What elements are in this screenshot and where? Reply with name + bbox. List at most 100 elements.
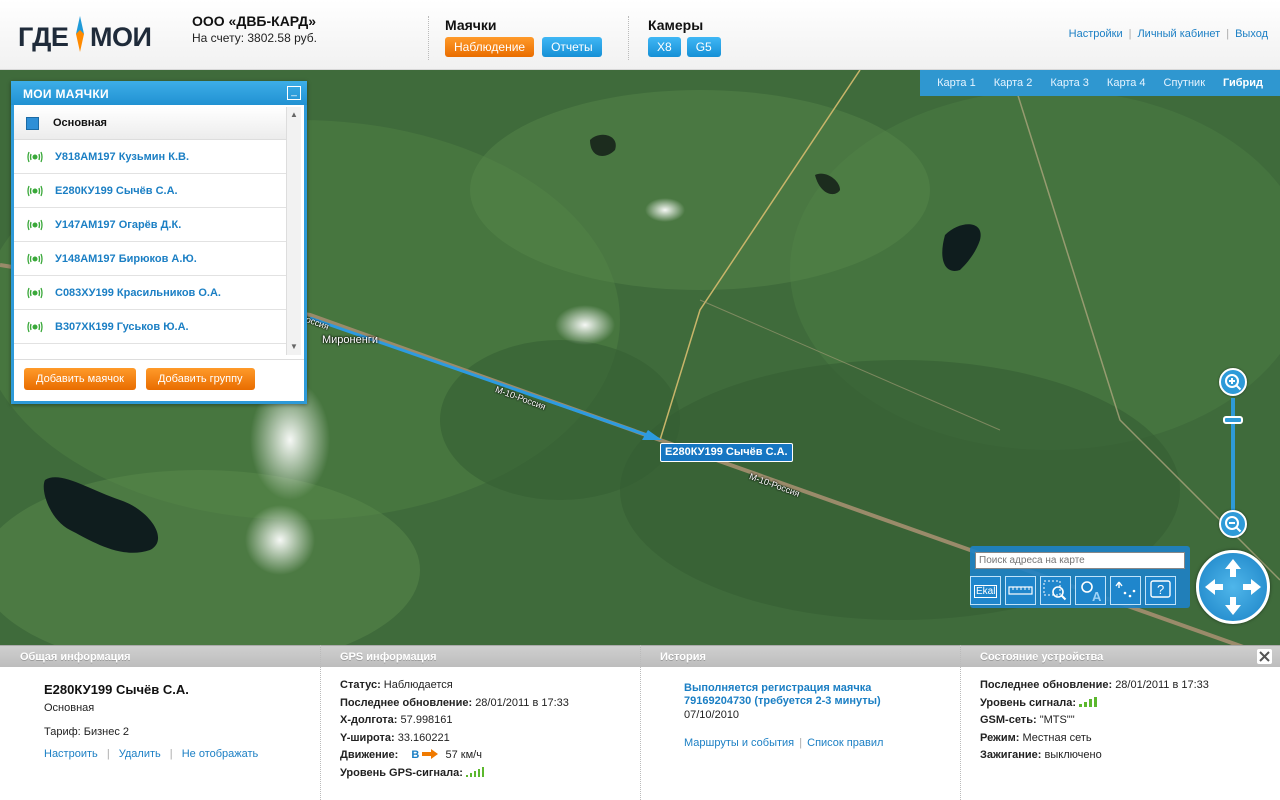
svg-text:?: ?: [1157, 582, 1164, 597]
list-item[interactable]: В307ХК199 Гуськов Ю.А.: [14, 310, 286, 344]
pan-left-icon[interactable]: [1203, 576, 1225, 598]
history-date: 07/10/2010: [684, 709, 740, 721]
reports-button[interactable]: Отчеты: [542, 37, 602, 57]
gps-signal-label: Уровень GPS-сигнала:: [340, 766, 463, 779]
logo-text-right: МОИ: [90, 22, 152, 52]
ignition-value: выключено: [1044, 749, 1102, 761]
hide-link[interactable]: Не отображать: [182, 748, 259, 760]
top-links: Настройки | Личный кабинет | Выход: [1069, 28, 1268, 40]
svg-text:A: A: [1092, 589, 1102, 604]
ekal-label: Ekal: [974, 585, 998, 598]
link-separator: |: [1226, 28, 1230, 40]
zoom-in-icon[interactable]: [1219, 368, 1247, 396]
zoom-out-icon[interactable]: [1219, 510, 1247, 538]
beacon-label: У818АМ197 Кузьмин К.В.: [55, 150, 189, 163]
logo[interactable]: ГДЕ МОИ: [18, 12, 152, 56]
tab-map-1[interactable]: Карта 1: [928, 77, 985, 89]
satellite-icon: [27, 151, 43, 162]
routes-events-link[interactable]: Маршруты и события: [684, 737, 794, 749]
observation-button[interactable]: Наблюдение: [445, 37, 535, 57]
logo-text-left: ГДЕ: [18, 22, 69, 52]
tab-map-4[interactable]: Карта 4: [1098, 77, 1155, 89]
pan-control: [1196, 550, 1270, 624]
map-search-input[interactable]: [975, 552, 1185, 569]
scale-icon[interactable]: [1005, 576, 1036, 605]
zoom-slider-handle[interactable]: [1223, 416, 1243, 424]
list-item[interactable]: У147АМ197 Огарёв Д.К.: [14, 208, 286, 242]
map-town-label: Мироненги: [322, 334, 378, 346]
satellite-icon: [27, 185, 43, 196]
beacons-title: Маячки: [445, 17, 497, 33]
link-separator: |: [1128, 28, 1132, 40]
configure-link[interactable]: Настроить: [44, 748, 98, 760]
device-state-title: Состояние устройства: [980, 651, 1104, 663]
route-icon[interactable]: [1110, 576, 1141, 605]
beacon-marker[interactable]: Е280КУ199 Сычёв С.А.: [660, 443, 793, 462]
scroll-down-icon[interactable]: ▼: [289, 342, 299, 352]
history-info: Выполняется регистрация маячка 791692047…: [684, 682, 924, 749]
list-item[interactable]: Е280КУ199 Сычёв С.А.: [14, 174, 286, 208]
minimize-button[interactable]: _: [287, 86, 301, 100]
satellite-icon: [27, 321, 43, 332]
beacon-tariff: Тариф: Бизнес 2: [44, 726, 130, 738]
device-updated-value: 28/01/2011 в 17:33: [1115, 679, 1209, 691]
pan-down-icon[interactable]: [1222, 595, 1244, 617]
zoom-text-icon[interactable]: A: [1075, 576, 1106, 605]
beacons-panel: МОИ МАЯЧКИ _ Основная У818АМ197 Кузьмин …: [11, 81, 307, 404]
zoom-control: [1217, 368, 1249, 542]
panel-header: МОИ МАЯЧКИ _: [11, 81, 307, 105]
beacon-name: Е280КУ199 Сычёв С.А.: [44, 682, 189, 697]
column-divider: [640, 645, 641, 800]
compass-icon: [76, 16, 84, 52]
beacon-label: У147АМ197 Огарёв Д.К.: [55, 218, 182, 231]
device-info: Последнее обновление: 28/01/2011 в 17:33…: [980, 679, 1209, 767]
group-row[interactable]: Основная: [14, 107, 286, 140]
pan-right-icon[interactable]: [1241, 576, 1263, 598]
longitude-value: 57.998161: [400, 714, 453, 726]
delete-link[interactable]: Удалить: [119, 748, 161, 760]
header-divider: [628, 16, 629, 60]
tab-map-2[interactable]: Карта 2: [985, 77, 1042, 89]
history-title: История: [660, 651, 706, 663]
account-balance: На счету: 3802.58 руб.: [192, 31, 317, 45]
help-icon[interactable]: ?: [1145, 576, 1176, 605]
satellite-icon: [27, 287, 43, 298]
map-type-tabs: Карта 1 Карта 2 Карта 3 Карта 4 Спутник …: [920, 70, 1280, 96]
mode-value: Местная сеть: [1022, 731, 1092, 744]
device-updated-label: Последнее обновление:: [980, 679, 1113, 691]
signal-level-label: Уровень сигнала:: [980, 696, 1077, 709]
ignition-label: Зажигание:: [980, 749, 1042, 761]
ruler-icon[interactable]: Ekal: [970, 576, 1001, 605]
general-info-title: Общая информация: [20, 651, 131, 663]
zoom-area-icon[interactable]: [1040, 576, 1071, 605]
beacon-label: У148АМ197 Бирюков А.Ю.: [55, 252, 197, 265]
logout-link[interactable]: Выход: [1235, 28, 1268, 40]
list-item[interactable]: С083ХУ199 Красильников О.А.: [14, 276, 286, 310]
tab-map-3[interactable]: Карта 3: [1041, 77, 1098, 89]
beacon-label: С083ХУ199 Красильников О.А.: [55, 286, 221, 299]
tab-hybrid[interactable]: Гибрид: [1214, 77, 1272, 89]
gps-signal-icon: [466, 766, 485, 777]
satellite-icon: [27, 219, 43, 230]
add-beacon-button[interactable]: Добавить маячок: [24, 368, 136, 390]
panel-footer: Добавить маячок Добавить группу: [14, 359, 304, 399]
scrollbar[interactable]: ▲ ▼: [286, 107, 301, 355]
scroll-up-icon[interactable]: ▲: [289, 110, 299, 120]
motion-label: Движение:: [340, 749, 399, 761]
link-separator: |: [799, 737, 803, 749]
link-separator: |: [169, 748, 173, 760]
list-item[interactable]: У818АМ197 Кузьмин К.В.: [14, 140, 286, 174]
account-link[interactable]: Личный кабинет: [1137, 28, 1220, 40]
group-checkbox[interactable]: [26, 116, 39, 130]
close-icon[interactable]: [1257, 649, 1272, 664]
camera-g5-button[interactable]: G5: [686, 37, 721, 57]
list-item[interactable]: У148АМ197 Бирюков А.Ю.: [14, 242, 286, 276]
camera-x8-button[interactable]: X8: [648, 37, 681, 57]
beacon-label: В307ХК199 Гуськов Ю.А.: [55, 320, 189, 333]
tab-satellite[interactable]: Спутник: [1155, 77, 1214, 89]
rules-list-link[interactable]: Список правил: [807, 737, 883, 749]
add-group-button[interactable]: Добавить группу: [145, 368, 255, 390]
general-info: Е280КУ199 Сычёв С.А. Основная Тариф: Биз…: [44, 682, 258, 760]
settings-link[interactable]: Настройки: [1069, 28, 1123, 40]
company-info: ООО «ДВБ-КАРД» На счету: 3802.58 руб.: [192, 13, 317, 45]
